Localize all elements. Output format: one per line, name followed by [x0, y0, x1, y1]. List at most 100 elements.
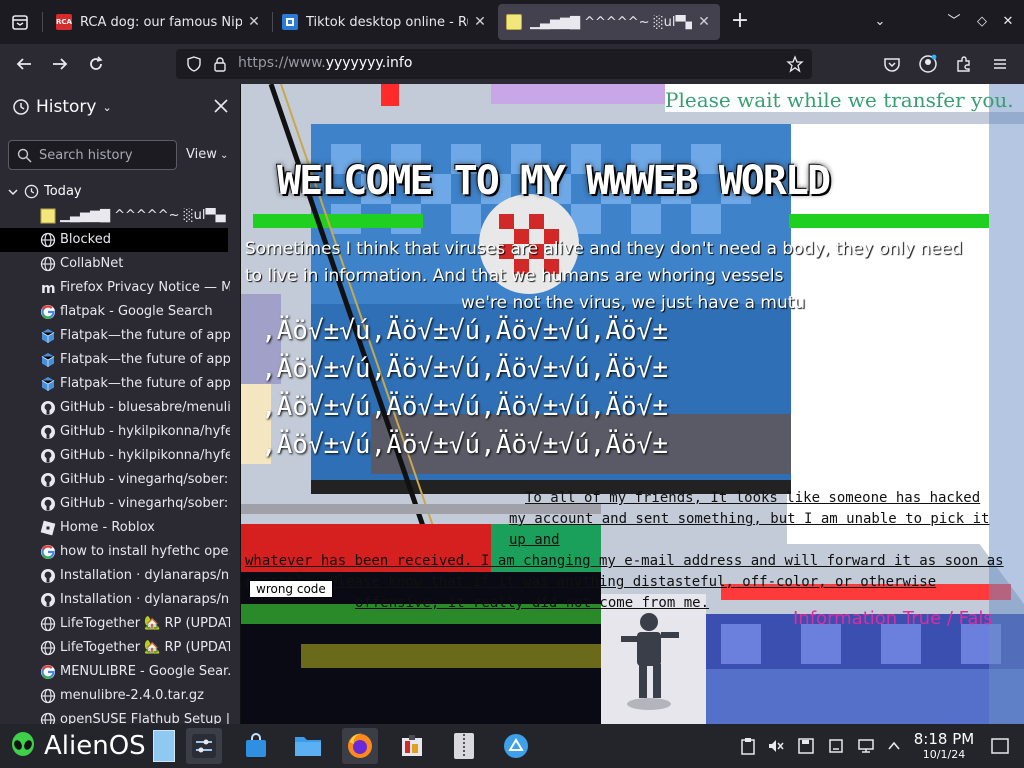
notice-line-3: whatever has been received. I am changin…	[245, 553, 1004, 569]
firefox-icon	[348, 733, 372, 758]
history-item[interactable]: GitHub - bluesabre/menuli.	[0, 396, 240, 420]
new-tab-button[interactable]: +	[728, 10, 752, 34]
kdeconnect-task[interactable]	[498, 728, 534, 764]
history-item[interactable]: GitHub - vinegarhq/sober:	[0, 468, 240, 492]
shield-icon[interactable]	[186, 56, 202, 72]
history-item[interactable]: openSUSE Flathub Setup |	[0, 708, 240, 724]
notice-line-2: my account and sent something, but I am …	[509, 511, 990, 548]
lock-icon[interactable]	[212, 56, 228, 72]
history-item[interactable]: menulibre-2.4.0.tar.gz	[0, 684, 240, 708]
hamburger-menu-icon	[994, 59, 1006, 69]
history-item[interactable]: Flatpak—the future of app.	[0, 372, 240, 396]
glyph-row-3: ,Äö√±√ú,Äö√±√ú,Äö√±√ú,Äö√±	[261, 392, 668, 422]
history-item-label: ▁▃▅▆▇ ^^^^^~ ░ul▀▄	[60, 208, 226, 223]
image-viewer-task[interactable]	[394, 728, 430, 764]
tab-close-icon[interactable]: ✕	[696, 14, 712, 30]
close-window-button[interactable]: ✕	[998, 12, 1018, 32]
history-item[interactable]: CollabNet	[0, 252, 240, 276]
view-label: View	[186, 147, 217, 162]
account-button[interactable]	[916, 52, 940, 76]
show-hidden-icons-button[interactable]	[884, 736, 904, 756]
application-launcher[interactable]: AlienOS	[10, 731, 146, 761]
back-button[interactable]	[12, 52, 36, 76]
forward-button[interactable]	[48, 52, 72, 76]
clipboard-icon	[741, 738, 755, 755]
history-item[interactable]: Flatpak—the future of app.	[0, 324, 240, 348]
tab-strip: RCA RCA dog: our famous Nipp ✕ Tiktok de…	[0, 0, 1024, 44]
discover-task[interactable]	[238, 728, 274, 764]
workspace-pager[interactable]	[150, 728, 178, 764]
close-icon[interactable]	[212, 97, 230, 115]
firefox-task[interactable]	[342, 728, 378, 764]
globe-icon	[40, 256, 56, 272]
show-desktop-icon	[991, 738, 1009, 754]
clipboard-tray[interactable]	[738, 736, 758, 756]
app-menu-button[interactable]	[988, 52, 1012, 76]
alien-icon	[12, 732, 34, 756]
list-all-tabs-button[interactable]: ⌄	[870, 12, 890, 32]
tab-separator	[42, 12, 43, 32]
device-notifier-tray[interactable]	[826, 736, 846, 756]
chevron-down-icon: ⌄	[874, 14, 886, 29]
history-item[interactable]: ▁▃▅▆▇ ^^^^^~ ░ul▀▄	[0, 204, 240, 228]
search-icon	[17, 148, 32, 163]
kdeconnect-icon	[504, 734, 528, 758]
network-wired-icon	[858, 739, 874, 753]
sidebar-switcher[interactable]: History ⌄	[12, 97, 112, 117]
google-icon	[40, 544, 56, 560]
volume-tray[interactable]	[766, 736, 786, 756]
firefox-view-button[interactable]	[8, 10, 32, 34]
save-tray[interactable]	[796, 736, 816, 756]
history-item[interactable]: GitHub - vinegarhq/sober:	[0, 492, 240, 516]
history-item[interactable]: how to install hyfethc ope..	[0, 540, 240, 564]
history-item-label: Installation · dylanaraps/n..	[60, 592, 230, 607]
pocket-button[interactable]	[880, 52, 904, 76]
wrong-code-label[interactable]: wrong code	[249, 580, 333, 598]
image-viewer-icon	[402, 735, 422, 756]
history-item[interactable]: flatpak - Google Search	[0, 300, 240, 324]
view-menu-button[interactable]: View ⌄	[186, 147, 228, 162]
history-item[interactable]: Flatpak—the future of app.	[0, 348, 240, 372]
notice-line-4: possible. Please know that if it was any…	[245, 574, 937, 590]
system-settings-task[interactable]	[186, 728, 222, 764]
reload-button[interactable]	[84, 52, 108, 76]
network-tray[interactable]	[856, 736, 876, 756]
history-item-label: LifeTogether 🏡 RP (UPDAT.	[60, 640, 230, 655]
history-item[interactable]: LifeTogether 🏡 RP (UPDAT.	[0, 636, 240, 660]
tab-close-icon[interactable]: ✕	[246, 14, 262, 30]
tab-active-page[interactable]: ▁▃▅▆▇ ^^^^^~ ░ul▀▄ ✕	[498, 4, 720, 40]
bookmark-star-icon[interactable]	[786, 55, 804, 73]
maximize-button[interactable]: ◇	[972, 12, 992, 32]
history-group-today[interactable]: Today	[0, 180, 240, 204]
history-item-label: CollabNet	[60, 256, 124, 271]
url-text[interactable]: https://www.yyyyyyy.info	[238, 55, 412, 71]
history-item[interactable]: Blocked	[0, 228, 228, 252]
archive-manager-task[interactable]	[446, 728, 482, 764]
extensions-button[interactable]	[952, 52, 976, 76]
close-icon: ✕	[1002, 14, 1014, 29]
history-item[interactable]: Home - Roblox	[0, 516, 240, 540]
history-item[interactable]: Installation · dylanaraps/n..	[0, 588, 240, 612]
floppy-disk-icon	[798, 738, 814, 754]
taskbar: AlienOS 8:18 PM 10/1/24	[0, 724, 1024, 768]
tab-tiktok[interactable]: Tiktok desktop online - Rur ✕	[274, 4, 496, 40]
tab-close-icon[interactable]: ✕	[472, 14, 488, 30]
search-history-input[interactable]: Search history	[8, 140, 177, 170]
address-bar[interactable]: https://www.yyyyyyy.info	[176, 49, 812, 79]
history-item[interactable]: GitHub - hykilpikonna/hyfe	[0, 444, 240, 468]
history-item[interactable]: LifeTogether 🏡 RP (UPDAT.	[0, 612, 240, 636]
chevron-down-icon	[8, 186, 18, 201]
history-item[interactable]: GitHub - hykilpikonna/hyfe	[0, 420, 240, 444]
history-item[interactable]: Installation · dylanaraps/n..	[0, 564, 240, 588]
digital-clock[interactable]: 8:18 PM 10/1/24	[906, 730, 982, 762]
history-item[interactable]: MENULIBRE - Google Sear..	[0, 660, 240, 684]
history-item-label: menulibre-2.4.0.tar.gz	[60, 688, 204, 703]
minimize-button[interactable]: ﹀	[944, 12, 964, 32]
tab-rca-dog[interactable]: RCA RCA dog: our famous Nipp ✕	[48, 4, 270, 40]
screen: RCA RCA dog: our famous Nipp ✕ Tiktok de…	[0, 0, 1024, 768]
account-icon	[919, 54, 937, 73]
web-page[interactable]: Please wait while we transfer you. WELCO…	[241, 84, 1024, 724]
history-item[interactable]: m Firefox Privacy Notice — M	[0, 276, 240, 300]
show-desktop-button[interactable]	[990, 736, 1010, 756]
file-manager-task[interactable]	[290, 728, 326, 764]
